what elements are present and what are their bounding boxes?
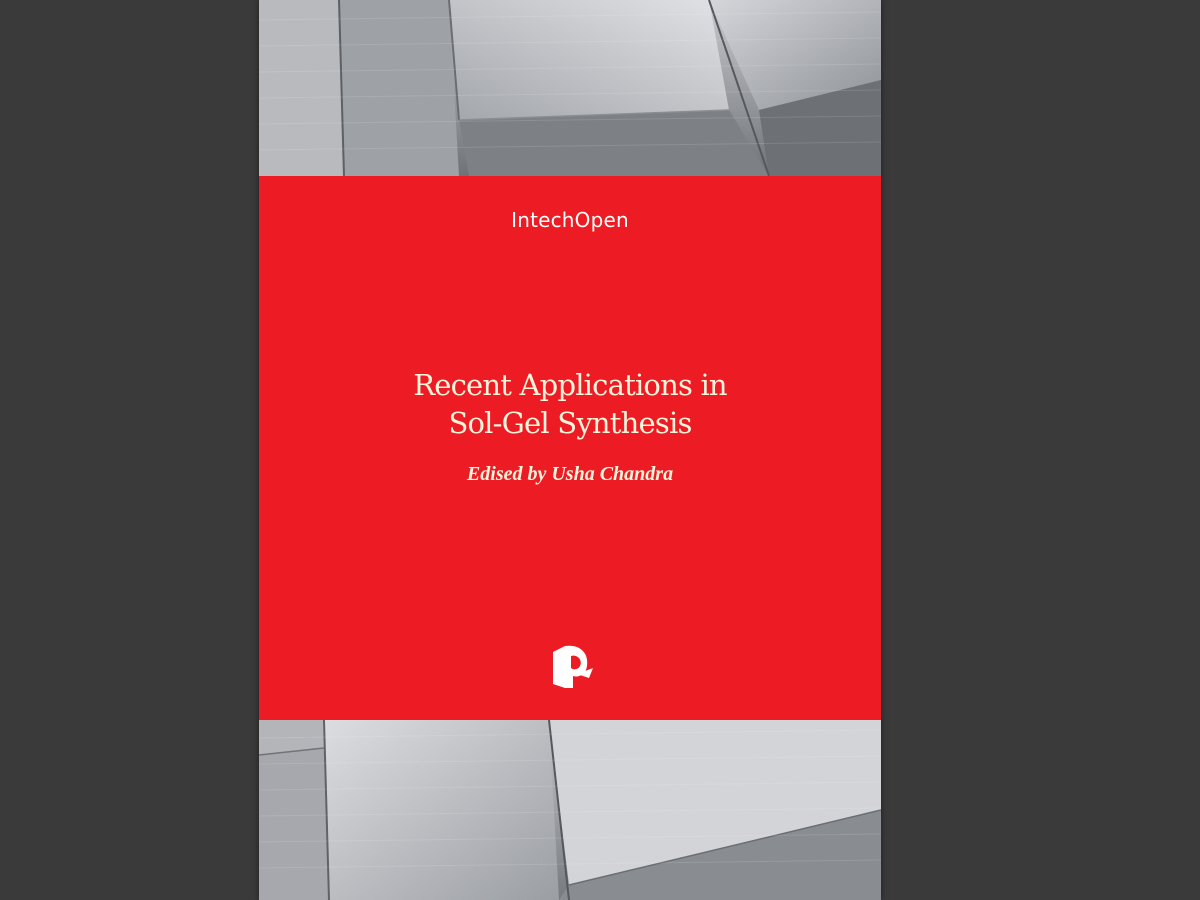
book-title-line-2: Sol-Gel Synthesis [448, 406, 692, 440]
glass-blocks-image-top [259, 0, 881, 176]
book-editor: Edised by Usha Chandra [466, 463, 674, 485]
intechopen-logo-icon [553, 645, 593, 688]
glass-blocks-image-bottom [259, 720, 881, 900]
cover-red-band: IntechOpen Recent Applications in Sol-Ge… [259, 176, 881, 721]
document-viewer: IntechOpen Recent Applications in Sol-Ge… [0, 0, 1200, 900]
cover-photo-top [259, 0, 881, 176]
book-title-line-1: Recent Applications in [413, 368, 727, 402]
book-cover-page: IntechOpen Recent Applications in Sol-Ge… [259, 0, 881, 900]
book-title: Recent Applications in Sol-Gel Synthesis [259, 366, 881, 442]
publisher-name: IntechOpen [511, 208, 629, 232]
cover-photo-bottom [259, 720, 881, 900]
